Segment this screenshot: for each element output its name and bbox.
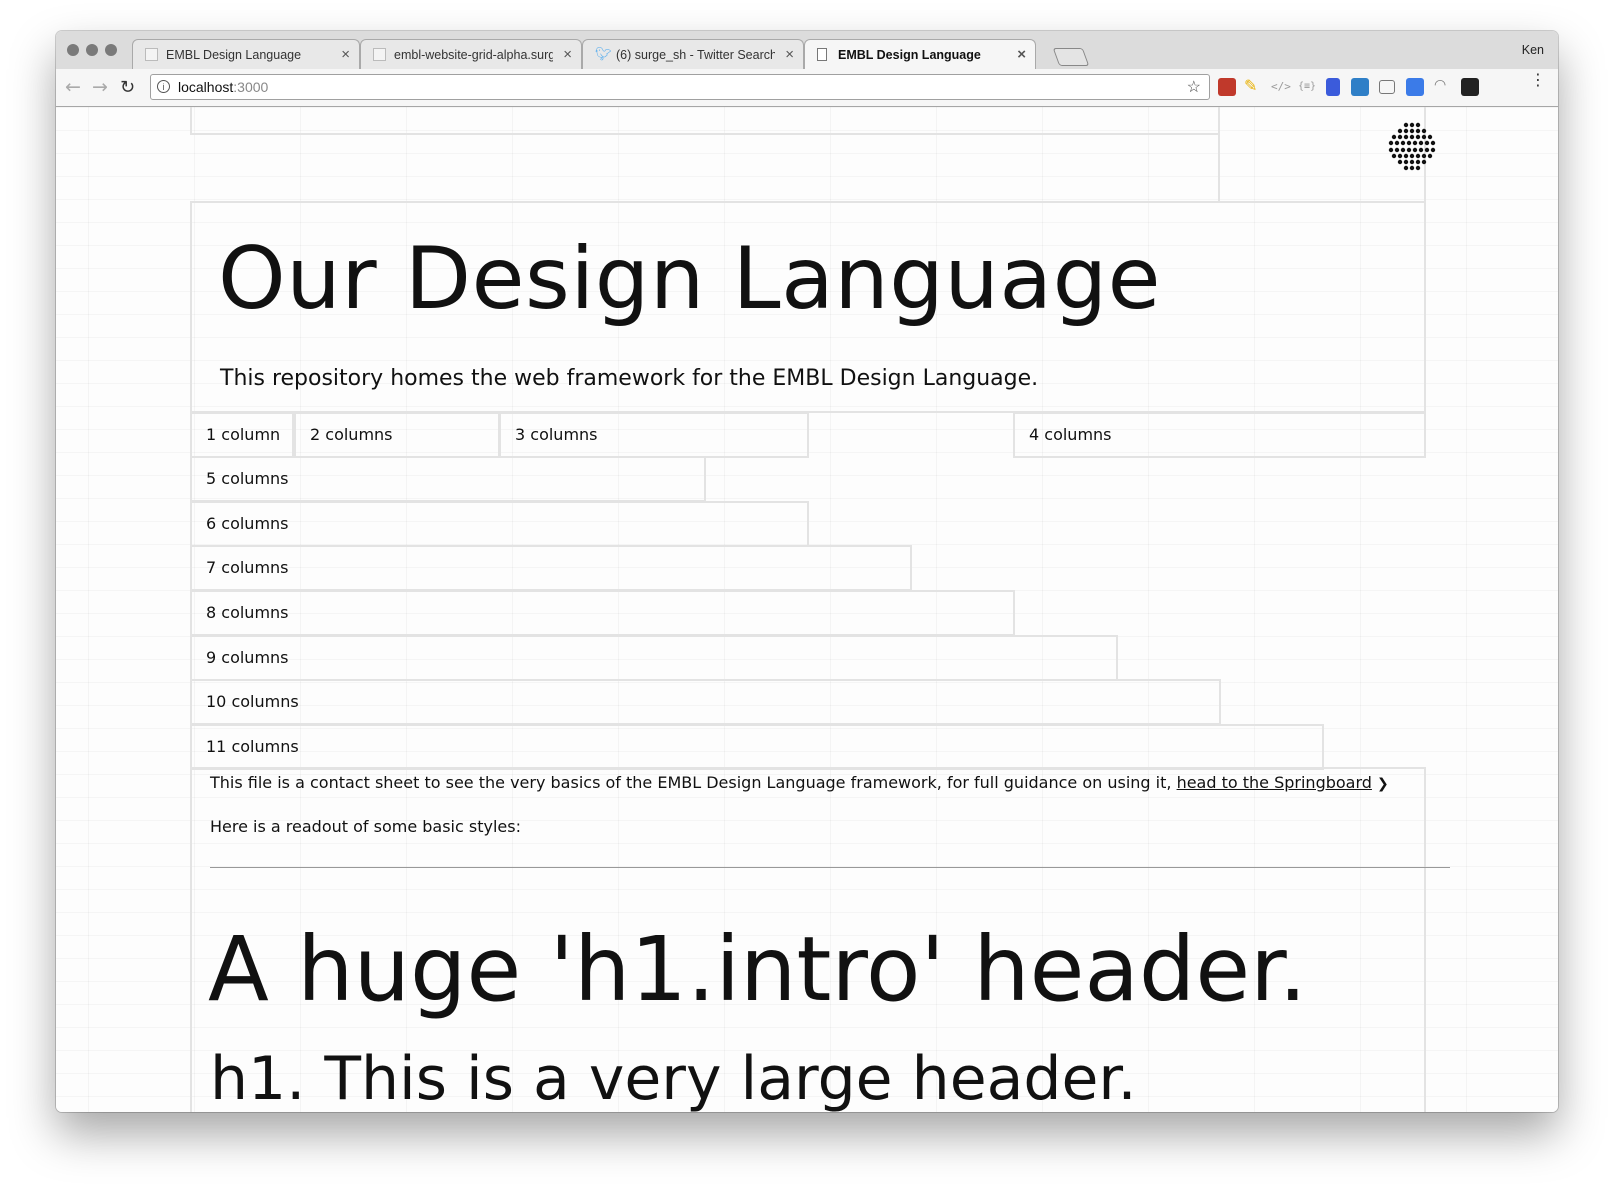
address-url[interactable]: localhost:3000 <box>178 79 268 95</box>
new-tab-button[interactable] <box>1052 48 1090 66</box>
close-icon[interactable]: × <box>341 46 350 63</box>
blank-page-icon <box>373 48 386 61</box>
tab-strip: EMBL Design Language × embl-website-grid… <box>56 31 1558 70</box>
close-icon[interactable]: × <box>563 46 572 63</box>
amazon-extension-icon[interactable] <box>1461 78 1479 96</box>
column-label: 10 columns <box>206 692 299 711</box>
profile-name[interactable]: Ken <box>1522 43 1544 57</box>
column-demo-1: 1 column <box>190 412 294 458</box>
measure-extension-icon[interactable] <box>1326 78 1340 96</box>
close-icon[interactable]: × <box>1017 46 1026 63</box>
tab-title: EMBL Design Language <box>166 48 302 62</box>
broom-extension-icon[interactable]: ✎ <box>1244 76 1262 95</box>
maximize-window-button[interactable] <box>105 44 117 56</box>
info-icon[interactable]: i <box>157 80 170 93</box>
tab-embl-design-language[interactable]: EMBL Design Language × <box>132 39 360 69</box>
document-icon <box>817 48 827 61</box>
chevron-right-icon[interactable]: ❯ <box>1377 776 1389 792</box>
contact-sheet-text: This file is a contact sheet to see the … <box>210 773 1177 792</box>
browser-window: EMBL Design Language × embl-website-grid… <box>56 31 1558 1112</box>
column-label: 2 columns <box>310 425 393 444</box>
column-label: 8 columns <box>206 603 289 622</box>
column-label: 6 columns <box>206 514 289 533</box>
springboard-link-text: head to the Springboard <box>1176 773 1372 792</box>
column-demo-5: 5 columns <box>190 456 706 502</box>
screenshot-extension-icon[interactable] <box>1351 78 1369 96</box>
column-label: 7 columns <box>206 558 289 577</box>
edit-extension-icon[interactable] <box>1406 78 1424 96</box>
back-arrow-icon[interactable]: ← <box>65 76 81 98</box>
incognito-extension-icon[interactable]: ◠ <box>1434 77 1452 95</box>
column-demo-11: 11 columns <box>190 724 1324 770</box>
forward-arrow-icon[interactable]: → <box>92 76 108 98</box>
pdf-extension-icon[interactable] <box>1218 78 1236 96</box>
tab-title: (6) surge_sh - Twitter Search <box>616 48 775 62</box>
column-label: 11 columns <box>206 737 299 756</box>
column-demo-3: 3 columns <box>499 412 809 458</box>
masthead-bar <box>190 107 1220 135</box>
embl-hexagon-logo[interactable] <box>1386 121 1438 173</box>
tab-title: EMBL Design Language <box>838 48 981 62</box>
column-label: 5 columns <box>206 469 289 488</box>
tab-title: embl-website-grid-alpha.surge.sh <box>394 48 553 62</box>
close-icon[interactable]: × <box>785 46 794 63</box>
minimize-window-button[interactable] <box>86 44 98 56</box>
column-demo-10: 10 columns <box>190 679 1221 725</box>
close-window-button[interactable] <box>67 44 79 56</box>
url-port: :3000 <box>233 79 269 95</box>
springboard-link[interactable]: head to the Springboard <box>1177 773 1372 792</box>
tab-embl-website-grid-alpha[interactable]: embl-website-grid-alpha.surge.sh × <box>360 39 582 69</box>
h1-intro-header: A huge 'h1.intro' header. <box>208 917 1307 1021</box>
page-viewport: Our Design Language This repository home… <box>56 107 1558 1112</box>
column-label: 1 column <box>206 425 281 444</box>
column-label: 3 columns <box>515 425 598 444</box>
column-demo-7: 7 columns <box>190 545 912 591</box>
hero-subtitle: This repository homes the web framework … <box>220 366 1039 391</box>
column-demo-9: 9 columns <box>190 635 1118 681</box>
column-demo-8: 8 columns <box>190 590 1015 636</box>
tab-twitter-search[interactable]: 🐦︎ (6) surge_sh - Twitter Search × <box>582 39 804 69</box>
tab-embl-design-language-active[interactable]: EMBL Design Language × <box>804 39 1036 70</box>
contact-sheet-paragraph: This file is a contact sheet to see the … <box>210 773 1389 792</box>
reload-icon[interactable]: ↻ <box>120 77 135 98</box>
column-demo-6: 6 columns <box>190 501 809 547</box>
url-host: localhost <box>178 79 234 95</box>
horizontal-rule <box>210 867 1450 868</box>
hero-title: Our Design Language <box>218 229 1162 329</box>
column-label: 9 columns <box>206 648 289 667</box>
chrome-menu-icon[interactable]: ⋮ <box>1530 72 1546 88</box>
code-view-extension-icon[interactable]: </> <box>1271 80 1291 98</box>
column-label: 4 columns <box>1029 425 1112 444</box>
bookmark-star-icon[interactable]: ☆ <box>1187 77 1201 97</box>
readout-paragraph: Here is a readout of some basic styles: <box>210 817 521 836</box>
browser-toolbar: ← → ↻ i localhost:3000 ☆ ✎ </> {≡} ◠ ⋮ <box>56 69 1558 107</box>
h1-header: h1. This is a very large header. <box>210 1044 1137 1112</box>
twitter-bird-icon: 🐦︎ <box>595 46 612 61</box>
address-bar[interactable]: i localhost:3000 ☆ <box>150 74 1210 100</box>
column-demo-2: 2 columns <box>294 412 500 458</box>
json-formatter-extension-icon[interactable]: {≡} <box>1298 81 1316 99</box>
cast-icon[interactable] <box>1379 80 1395 94</box>
blank-page-icon <box>145 48 158 61</box>
column-demo-4: 4 columns <box>1013 412 1426 458</box>
